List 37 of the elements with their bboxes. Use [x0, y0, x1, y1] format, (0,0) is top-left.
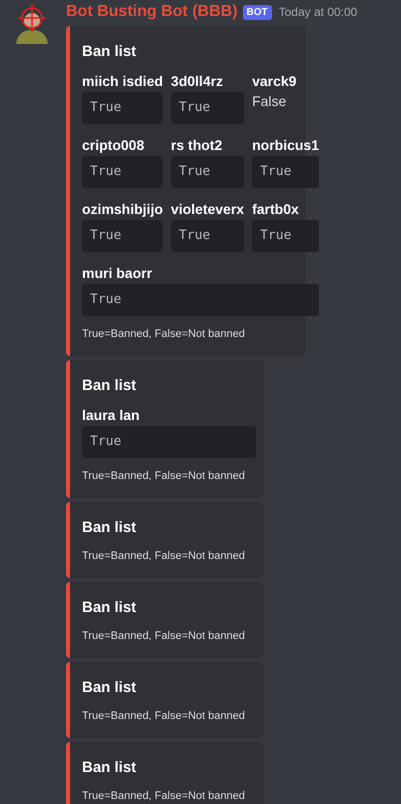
embed-footer: True=Banned, False=Not banned: [82, 468, 256, 484]
field-value: True: [252, 220, 319, 252]
field-value: True: [252, 156, 319, 188]
field-value: True: [82, 426, 256, 458]
field-value: True: [82, 284, 319, 316]
field-name: violeteverx: [170, 200, 244, 218]
embed-footer: True=Banned, False=Not banned: [82, 326, 298, 342]
embed-title: Ban list: [82, 598, 138, 618]
field-value: True: [82, 92, 163, 124]
field-value: True: [170, 156, 244, 188]
embed-footer: True=Banned, False=Not banned: [82, 788, 256, 804]
embed-footer: True=Banned, False=Not banned: [82, 628, 256, 644]
field-name: varck9: [252, 72, 298, 90]
bot-badge: BOT: [242, 4, 272, 20]
field-value: True: [82, 156, 163, 188]
field-name: cripto008: [82, 136, 146, 154]
embed-title: Ban list: [82, 758, 138, 778]
field-name: rs thot2: [170, 136, 224, 154]
author-name[interactable]: Bot Busting Bot (BBB): [66, 0, 238, 24]
field-value: False: [252, 92, 288, 110]
field-value: True: [82, 220, 163, 252]
field-name: 3d0ll4rz: [170, 72, 224, 90]
field-name: norbicus1: [252, 136, 319, 154]
embed-footer: True=Banned, False=Not banned: [82, 708, 256, 724]
field-value: True: [170, 220, 244, 252]
field-name: muri baorr: [82, 264, 154, 282]
field-value: True: [170, 92, 244, 124]
field-name: miich isdied: [82, 72, 163, 90]
embed-title: Ban list: [82, 42, 138, 62]
embed-title: Ban list: [82, 678, 138, 698]
embed-title: Ban list: [82, 376, 138, 396]
embed-footer: True=Banned, False=Not banned: [82, 548, 256, 564]
field-name: laura lan: [82, 406, 141, 424]
field-name: fartb0x: [252, 200, 300, 218]
timestamp: Today at 00:00: [278, 4, 358, 21]
field-name: ozimshibjijo: [82, 200, 163, 218]
embed-title: Ban list: [82, 518, 138, 538]
